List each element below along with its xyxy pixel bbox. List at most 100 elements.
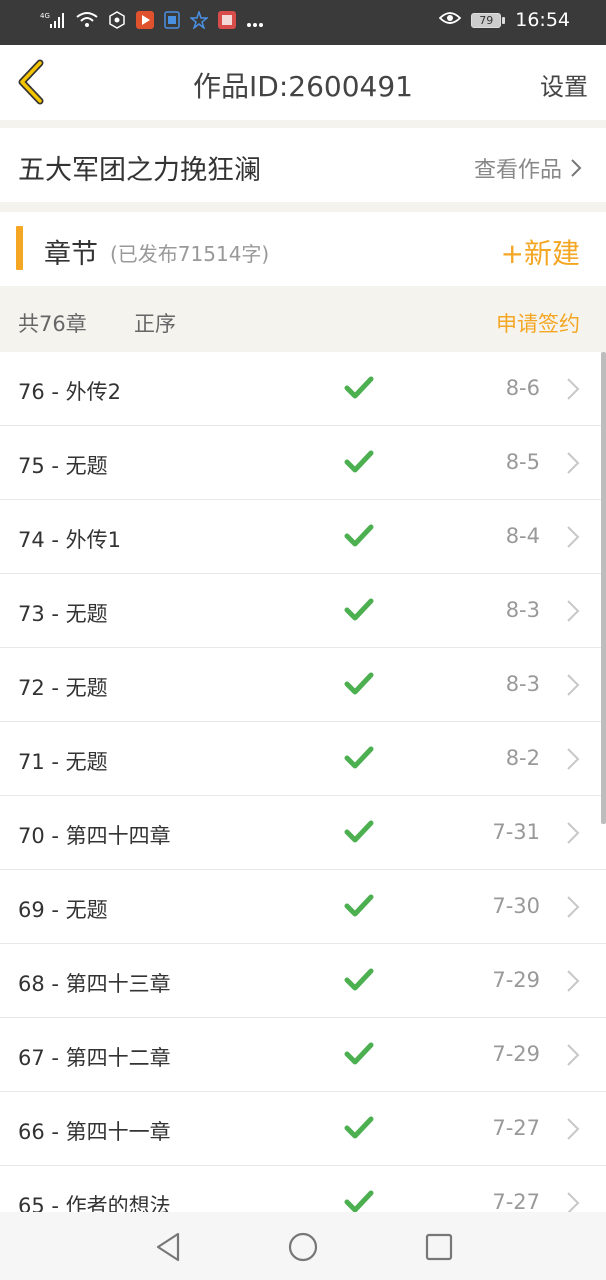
chapter-date: 7-27: [492, 1190, 540, 1212]
chevron-right-icon: [567, 1044, 580, 1066]
status-right: 79 16:54: [438, 9, 570, 31]
chapter-date: 8-5: [505, 450, 540, 474]
chapter-title: 74 - 外传1: [18, 528, 122, 552]
check-icon: [344, 376, 374, 399]
video-app-icon: [136, 11, 154, 33]
settings-button[interactable]: 设置: [540, 67, 588, 102]
chevron-right-icon: [571, 159, 582, 177]
chapter-toolbar: 共76章 正序 申请签约: [0, 286, 606, 352]
check-icon: [344, 1190, 374, 1212]
book-app-icon: [218, 11, 236, 33]
clock: 16:54: [515, 9, 570, 31]
chapter-title: 68 - 第四十三章: [18, 972, 171, 996]
chapter-title: 66 - 第四十一章: [18, 1120, 171, 1144]
chevron-right-icon: [567, 822, 580, 844]
square-recents-icon: [425, 1233, 453, 1261]
page-title: 作品ID:2600491: [193, 70, 413, 103]
scrollbar[interactable]: [601, 352, 606, 824]
wifi-icon: [76, 11, 98, 33]
system-nav-bar: [0, 1212, 606, 1280]
chevron-right-icon: [567, 1192, 580, 1212]
chevron-right-icon: [567, 896, 580, 918]
section-title: 章节: [44, 239, 98, 270]
chevron-right-icon: [567, 526, 580, 548]
chapter-row[interactable]: 74 - 外传1 8-4: [0, 500, 606, 574]
sort-order-toggle[interactable]: 正序: [134, 308, 176, 338]
chapter-count: 共76章: [18, 312, 87, 336]
chapter-row[interactable]: 69 - 无题 7-30: [0, 870, 606, 944]
chapter-date: 7-31: [492, 820, 540, 844]
check-icon: [344, 968, 374, 991]
chevron-right-icon: [567, 600, 580, 622]
chapter-date: 8-2: [505, 746, 540, 770]
check-icon: [344, 820, 374, 843]
chapter-date: 7-30: [492, 894, 540, 918]
chapter-list: 76 - 外传2 8-6 75 - 无题 8-5 74 - 外传1 8-4 73 - 无题 8…: [0, 352, 606, 1212]
nav-recents-button[interactable]: [422, 1230, 456, 1264]
nav-back-button[interactable]: [152, 1230, 186, 1264]
status-left-icons: 4G: [40, 9, 264, 34]
chevron-right-icon: [567, 748, 580, 770]
chapter-row[interactable]: 65 - 作者的想法 7-27: [0, 1166, 606, 1212]
chapter-title: 67 - 第四十二章: [18, 1046, 171, 1070]
chevron-right-icon: [567, 970, 580, 992]
chapter-date: 8-4: [505, 524, 540, 548]
chapter-title: 72 - 无题: [18, 676, 108, 700]
chapter-title: 70 - 第四十四章: [18, 824, 171, 848]
eye-icon: [438, 9, 462, 31]
new-chapter-button[interactable]: +新建: [501, 232, 580, 272]
check-icon: [344, 746, 374, 769]
chapter-date: 7-27: [492, 1116, 540, 1140]
check-icon: [344, 1116, 374, 1139]
check-icon: [344, 598, 374, 621]
network-label: 4G: [40, 12, 50, 20]
chapter-row[interactable]: 76 - 外传2 8-6: [0, 352, 606, 426]
chapter-date: 7-29: [492, 968, 540, 992]
chevron-right-icon: [567, 378, 580, 400]
chapter-row[interactable]: 70 - 第四十四章 7-31: [0, 796, 606, 870]
check-icon: [344, 450, 374, 473]
circle-home-icon: [288, 1232, 318, 1262]
hexagon-icon: [108, 11, 126, 33]
status-bar: 4G 79 16:54: [0, 0, 606, 45]
view-work-label: 查看作品: [473, 158, 562, 183]
chapter-row[interactable]: 72 - 无题 8-3: [0, 648, 606, 722]
chapter-row[interactable]: 68 - 第四十三章 7-29: [0, 944, 606, 1018]
chapter-date: 8-6: [505, 376, 540, 400]
signal-icon: 4G: [40, 11, 66, 33]
apply-sign-button[interactable]: 申请签约: [496, 308, 580, 338]
chapter-date: 8-3: [505, 598, 540, 622]
chapter-row[interactable]: 73 - 无题 8-3: [0, 574, 606, 648]
chapter-title: 69 - 无题: [18, 898, 108, 922]
view-work-link[interactable]: 查看作品: [474, 152, 582, 184]
chapter-title: 65 - 作者的想法: [18, 1194, 171, 1212]
chapter-row[interactable]: 71 - 无题 8-2: [0, 722, 606, 796]
section-accent-bar: [16, 226, 23, 270]
check-icon: [344, 524, 374, 547]
work-row[interactable]: 五大军团之力挽狂澜 查看作品: [0, 128, 606, 202]
chapter-row[interactable]: 75 - 无题 8-5: [0, 426, 606, 500]
chapter-title: 71 - 无题: [18, 750, 108, 774]
chapter-date: 8-3: [505, 672, 540, 696]
work-name: 五大军团之力挽狂澜: [18, 155, 261, 186]
chevron-right-icon: [567, 1118, 580, 1140]
check-icon: [344, 894, 374, 917]
nav-home-button[interactable]: [286, 1230, 320, 1264]
app-icon-blue: [164, 11, 180, 33]
chevron-right-icon: [567, 674, 580, 696]
check-icon: [344, 1042, 374, 1065]
chapter-title: 73 - 无题: [18, 602, 108, 626]
triangle-back-icon: [156, 1232, 180, 1262]
section-word-count: (已发布71514字): [110, 242, 270, 266]
chapter-date: 7-29: [492, 1042, 540, 1066]
chevron-right-icon: [567, 452, 580, 474]
check-icon: [344, 672, 374, 695]
chapter-row[interactable]: 66 - 第四十一章 7-27: [0, 1092, 606, 1166]
chapters-section-header: 章节 (已发布71514字) +新建: [0, 212, 606, 286]
chapter-title: 76 - 外传2: [18, 380, 122, 404]
chapter-row[interactable]: 67 - 第四十二章 7-29: [0, 1018, 606, 1092]
app-icon-star: [188, 9, 210, 33]
battery-level: 79: [471, 12, 502, 28]
more-icon: [246, 13, 264, 32]
battery-icon: 79: [471, 12, 506, 28]
